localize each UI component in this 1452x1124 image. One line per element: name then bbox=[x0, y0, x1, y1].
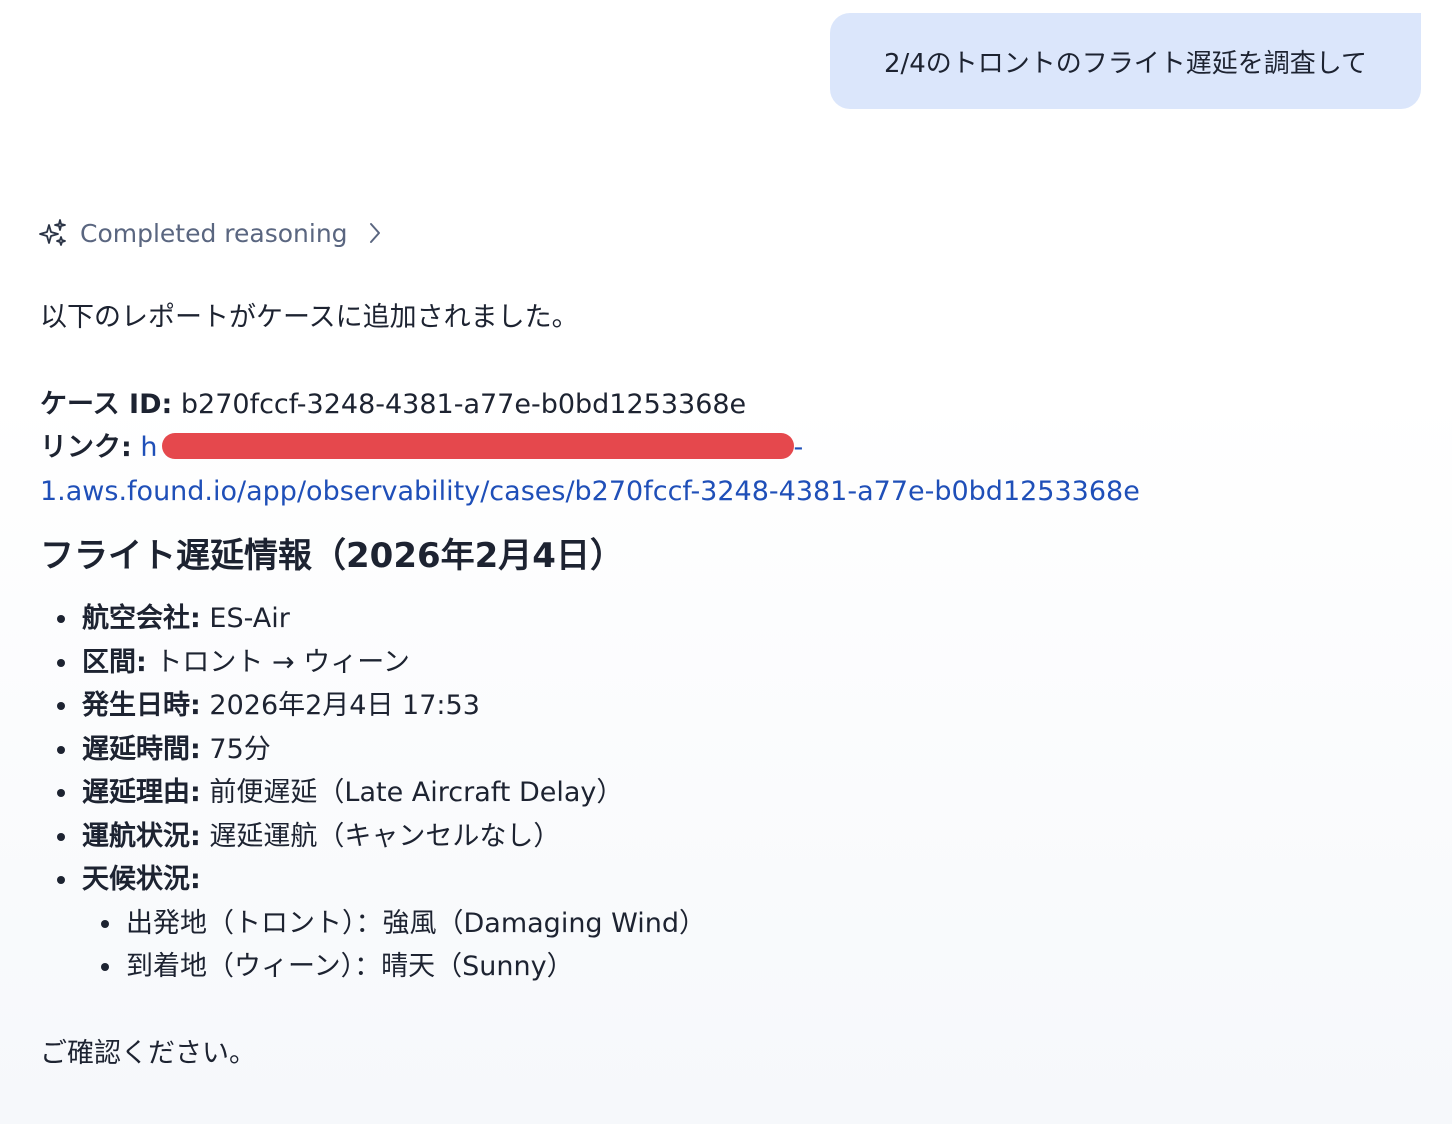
response-closing: ご確認ください。 bbox=[40, 1037, 256, 1069]
user-message-text: 2/4のトロントのフライト遅延を調査して bbox=[883, 48, 1368, 79]
item-value-route: トロント → ウィーン bbox=[155, 646, 410, 678]
item-value-datetime: 2026年2月4日 17:53 bbox=[209, 690, 480, 721]
item-label-airline: 航空会社: bbox=[82, 603, 201, 634]
case-link-line: リンク: h - bbox=[40, 426, 1430, 470]
item-value-delay-reason: 前便遅延（Late Aircraft Delay） bbox=[209, 777, 624, 808]
case-id-label: ケース ID: bbox=[40, 388, 173, 420]
case-link-label: リンク: bbox=[40, 432, 132, 463]
item-label-delay-time: 遅延時間: bbox=[82, 733, 201, 765]
list-item: 航空会社: ES-Air bbox=[40, 597, 1430, 641]
weather-sublist: 出発地（トロント）：強風（Damaging Wind） 到着地（ウィーン）：晴天… bbox=[82, 902, 1430, 989]
list-item: 到着地（ウィーン）：晴天（Sunny） bbox=[82, 945, 1430, 989]
list-item: 区間: トロント → ウィーン bbox=[40, 641, 1430, 685]
item-value-delay-time: 75分 bbox=[209, 733, 271, 765]
item-label-delay-reason: 遅延理由: bbox=[82, 777, 201, 808]
flight-delay-heading: フライト遅延情報（2026年2月4日） bbox=[40, 536, 624, 576]
item-label-datetime: 発生日時: bbox=[82, 690, 201, 721]
item-label-weather: 天候状況: bbox=[82, 864, 201, 895]
flight-details-list: 航空会社: ES-Air 区間: トロント → ウィーン 発生日時: 2026年… bbox=[40, 597, 1430, 989]
list-item: 出発地（トロント）：強風（Damaging Wind） bbox=[82, 902, 1430, 946]
list-item: 天候状況: 出発地（トロント）：強風（Damaging Wind） 到着地（ウィ… bbox=[40, 858, 1430, 989]
user-message-bubble: 2/4のトロントのフライト遅延を調査して bbox=[830, 13, 1421, 109]
case-link-visible-start[interactable]: h bbox=[140, 432, 157, 463]
list-item: 遅延時間: 75分 bbox=[40, 728, 1430, 772]
item-label-route: 区間: bbox=[82, 646, 147, 678]
completed-reasoning-toggle[interactable]: Completed reasoning bbox=[38, 214, 382, 252]
chevron-right-icon[interactable] bbox=[368, 221, 382, 245]
list-item: 発生日時: 2026年2月4日 17:53 bbox=[40, 684, 1430, 728]
response-intro: 以下のレポートがケースに追加されました。 bbox=[40, 302, 579, 333]
reasoning-label: Completed reasoning bbox=[80, 218, 348, 248]
case-id-line: ケース ID: b270fccf-3248-4381-a77e-b0bd1253… bbox=[40, 383, 1430, 427]
list-item: 運航状況: 遅延運航（キャンセルなし） bbox=[40, 815, 1430, 859]
assistant-response: 以下のレポートがケースに追加されました。 ケース ID: b270fccf-32… bbox=[40, 296, 1430, 1075]
case-link-tail[interactable]: - bbox=[794, 432, 804, 463]
sparkles-icon bbox=[38, 218, 68, 248]
item-value-status: 遅延運航（キャンセルなし） bbox=[209, 820, 561, 852]
case-id-value: b270fccf-3248-4381-a77e-b0bd1253368e bbox=[180, 388, 747, 420]
item-value-airline: ES-Air bbox=[209, 603, 290, 634]
item-label-status: 運航状況: bbox=[82, 820, 201, 852]
list-item: 遅延理由: 前便遅延（Late Aircraft Delay） bbox=[40, 771, 1430, 815]
case-link[interactable]: 1.aws.found.io/app/observability/cases/b… bbox=[40, 476, 1140, 507]
redaction-bar bbox=[161, 432, 794, 459]
